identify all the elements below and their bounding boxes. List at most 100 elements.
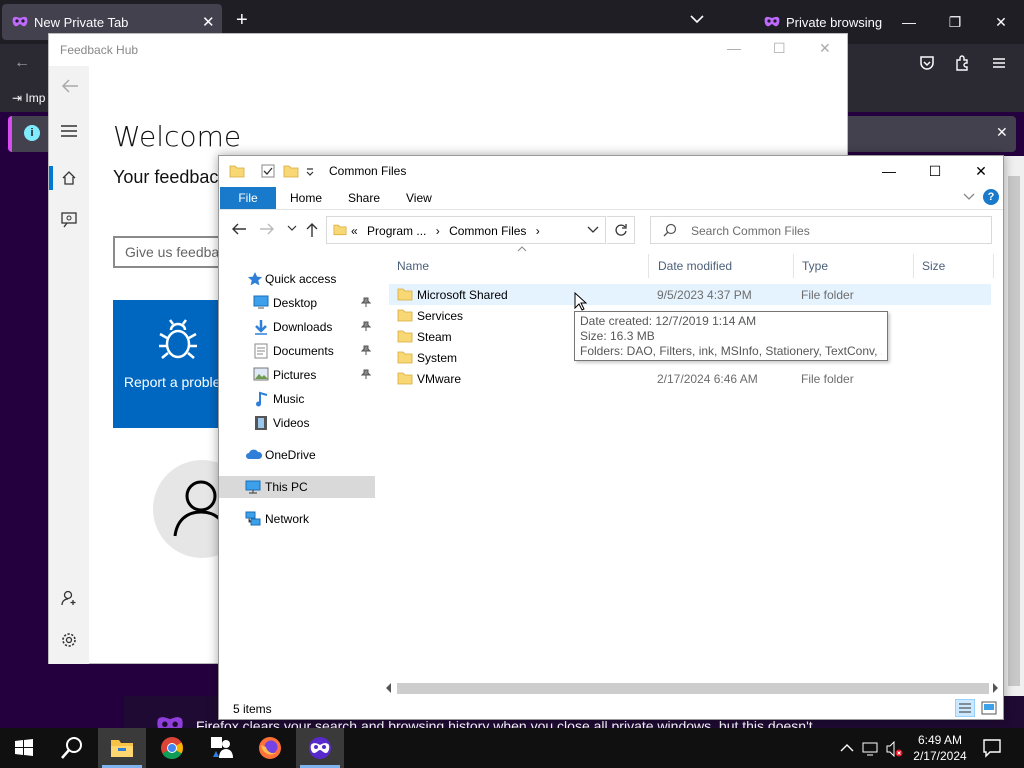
- breadcrumb-common-files[interactable]: Common Files: [449, 224, 526, 238]
- scrollbar-thumb[interactable]: [1008, 176, 1020, 686]
- taskbar-file-explorer[interactable]: [98, 728, 146, 768]
- pin-icon[interactable]: [360, 344, 372, 358]
- breadcrumb-separator-icon[interactable]: ›: [536, 224, 540, 238]
- file-row-microsoft-shared[interactable]: Microsoft Shared 9/5/2023 4:37 PM File f…: [389, 284, 991, 305]
- explorer-minimize-button[interactable]: —: [866, 156, 912, 186]
- pin-icon[interactable]: [360, 320, 372, 334]
- close-notification-icon[interactable]: ✕: [996, 124, 1008, 141]
- taskbar-firefox[interactable]: [246, 728, 294, 768]
- file-date-modified: 9/5/2023 4:37 PM: [657, 288, 752, 302]
- taskbar-people-app[interactable]: [198, 728, 246, 768]
- sort-ascending-chevron-icon: [517, 246, 527, 252]
- tooltip-folders: Folders: DAO, Filters, ink, MSInfo, Stat…: [580, 344, 882, 358]
- import-bookmarks-item[interactable]: ⇥ Imp: [12, 91, 45, 105]
- user-account-icon[interactable]: [61, 590, 77, 606]
- hamburger-menu-icon[interactable]: [61, 124, 77, 138]
- app-menu-hamburger-icon[interactable]: [990, 54, 1008, 72]
- taskbar-chrome[interactable]: [148, 728, 196, 768]
- sidebar-item-quick-access[interactable]: Quick access: [219, 268, 375, 290]
- chrome-icon: [161, 737, 183, 759]
- new-tab-plus-icon[interactable]: +: [236, 10, 248, 30]
- address-bar[interactable]: « Program ... › Common Files ›: [326, 216, 606, 244]
- taskbar-clock[interactable]: 6:49 AM 2/17/2024: [908, 732, 972, 764]
- up-arrow-icon[interactable]: [305, 222, 319, 238]
- firefox-minimize-button[interactable]: —: [886, 8, 932, 36]
- pocket-icon[interactable]: [918, 54, 936, 72]
- welcome-heading: Welcome: [113, 120, 242, 153]
- sidebar-item-onedrive[interactable]: OneDrive: [219, 444, 375, 466]
- taskbar-firefox-private[interactable]: [296, 728, 344, 768]
- sidebar-item-this-pc[interactable]: This PC: [219, 476, 375, 498]
- sidebar-item-downloads[interactable]: Downloads: [219, 316, 375, 338]
- horizontal-scrollbar[interactable]: [383, 680, 1003, 697]
- details-view-icon[interactable]: [955, 699, 975, 717]
- sidebar-item-music[interactable]: Music: [219, 388, 375, 410]
- folder-icon: [397, 330, 413, 343]
- large-icons-view-icon[interactable]: [981, 701, 997, 715]
- back-arrow-icon[interactable]: ←: [14, 54, 30, 72]
- scrollbar-thumb[interactable]: [397, 683, 989, 694]
- properties-checkbox-icon[interactable]: [261, 164, 275, 178]
- address-dropdown-chevron-icon[interactable]: [587, 226, 599, 234]
- refresh-button[interactable]: [607, 216, 635, 244]
- network-status-icon[interactable]: [862, 741, 880, 757]
- feedback-hub-maximize-button[interactable]: ☐: [773, 40, 786, 57]
- feedback-icon[interactable]: [61, 212, 77, 228]
- ribbon-tab-share[interactable]: Share: [348, 191, 380, 205]
- back-arrow-icon[interactable]: [231, 222, 247, 236]
- forward-arrow-icon[interactable]: [259, 222, 275, 236]
- folder-icon: [397, 288, 413, 301]
- help-icon[interactable]: ?: [983, 189, 999, 205]
- pin-icon[interactable]: [360, 296, 372, 310]
- column-header-size[interactable]: Size: [914, 254, 994, 278]
- feedback-hub-titlebar: Feedback Hub — ☐ ✕: [49, 34, 847, 66]
- feedback-hub-nav-rail: [49, 66, 89, 664]
- file-name: Steam: [417, 330, 452, 344]
- start-button[interactable]: [0, 728, 48, 768]
- ribbon-tab-view[interactable]: View: [406, 191, 432, 205]
- breadcrumb-separator-icon[interactable]: ›: [436, 224, 440, 238]
- breadcrumb-program-files[interactable]: Program ...: [367, 224, 426, 238]
- ribbon-tab-home[interactable]: Home: [290, 191, 322, 205]
- sidebar-item-videos[interactable]: Videos: [219, 412, 375, 434]
- sidebar-item-desktop[interactable]: Desktop: [219, 292, 375, 314]
- ribbon-tab-file[interactable]: File: [220, 187, 276, 209]
- taskbar-search-button[interactable]: [48, 728, 96, 768]
- back-arrow-icon[interactable]: [61, 78, 79, 94]
- taskbar: 6:49 AM 2/17/2024: [0, 728, 1024, 768]
- nav-home-item[interactable]: [49, 166, 89, 192]
- scroll-left-arrow-icon[interactable]: [385, 682, 393, 694]
- feedback-hub-minimize-button[interactable]: —: [727, 40, 741, 56]
- bug-icon: [159, 319, 197, 359]
- settings-gear-icon[interactable]: [61, 632, 77, 648]
- firefox-close-button[interactable]: ✕: [978, 8, 1024, 36]
- action-center-notification-icon[interactable]: [982, 738, 1002, 758]
- file-row-vmware[interactable]: VMware 2/17/2024 6:46 AM File folder: [389, 368, 991, 389]
- recent-locations-chevron-icon[interactable]: [287, 224, 297, 232]
- search-box[interactable]: Search Common Files: [650, 216, 992, 244]
- column-header-type[interactable]: Type: [794, 254, 914, 278]
- firefox-restore-button[interactable]: ❐: [932, 8, 978, 36]
- customize-qat-chevron-icon[interactable]: [305, 167, 315, 177]
- expand-ribbon-chevron-icon[interactable]: [963, 191, 975, 201]
- firefox-page-scrollbar[interactable]: [1004, 156, 1024, 728]
- pin-icon[interactable]: [360, 368, 372, 382]
- scroll-right-arrow-icon[interactable]: [991, 682, 999, 694]
- sidebar-item-network[interactable]: Network: [219, 508, 375, 530]
- column-header-name[interactable]: Name: [389, 254, 649, 278]
- extensions-puzzle-icon[interactable]: [954, 54, 972, 72]
- explorer-close-button[interactable]: ✕: [958, 156, 1004, 186]
- column-header-date-modified[interactable]: Date modified: [650, 254, 794, 278]
- breadcrumb-overflow[interactable]: «: [351, 224, 358, 238]
- explorer-maximize-button[interactable]: ☐: [912, 156, 958, 186]
- close-tab-icon[interactable]: ✕: [202, 13, 215, 31]
- new-folder-icon[interactable]: [283, 164, 299, 178]
- feedback-hub-close-button[interactable]: ✕: [819, 40, 831, 57]
- show-hidden-icons-chevron-icon[interactable]: [840, 743, 854, 753]
- sidebar-item-pictures[interactable]: Pictures: [219, 364, 375, 386]
- feedback-hub-title: Feedback Hub: [60, 43, 139, 57]
- list-all-tabs-chevron-icon[interactable]: [690, 14, 704, 24]
- volume-muted-icon[interactable]: [886, 741, 904, 757]
- sidebar-item-documents[interactable]: Documents: [219, 340, 375, 362]
- sidebar-item-label: Network: [265, 512, 310, 526]
